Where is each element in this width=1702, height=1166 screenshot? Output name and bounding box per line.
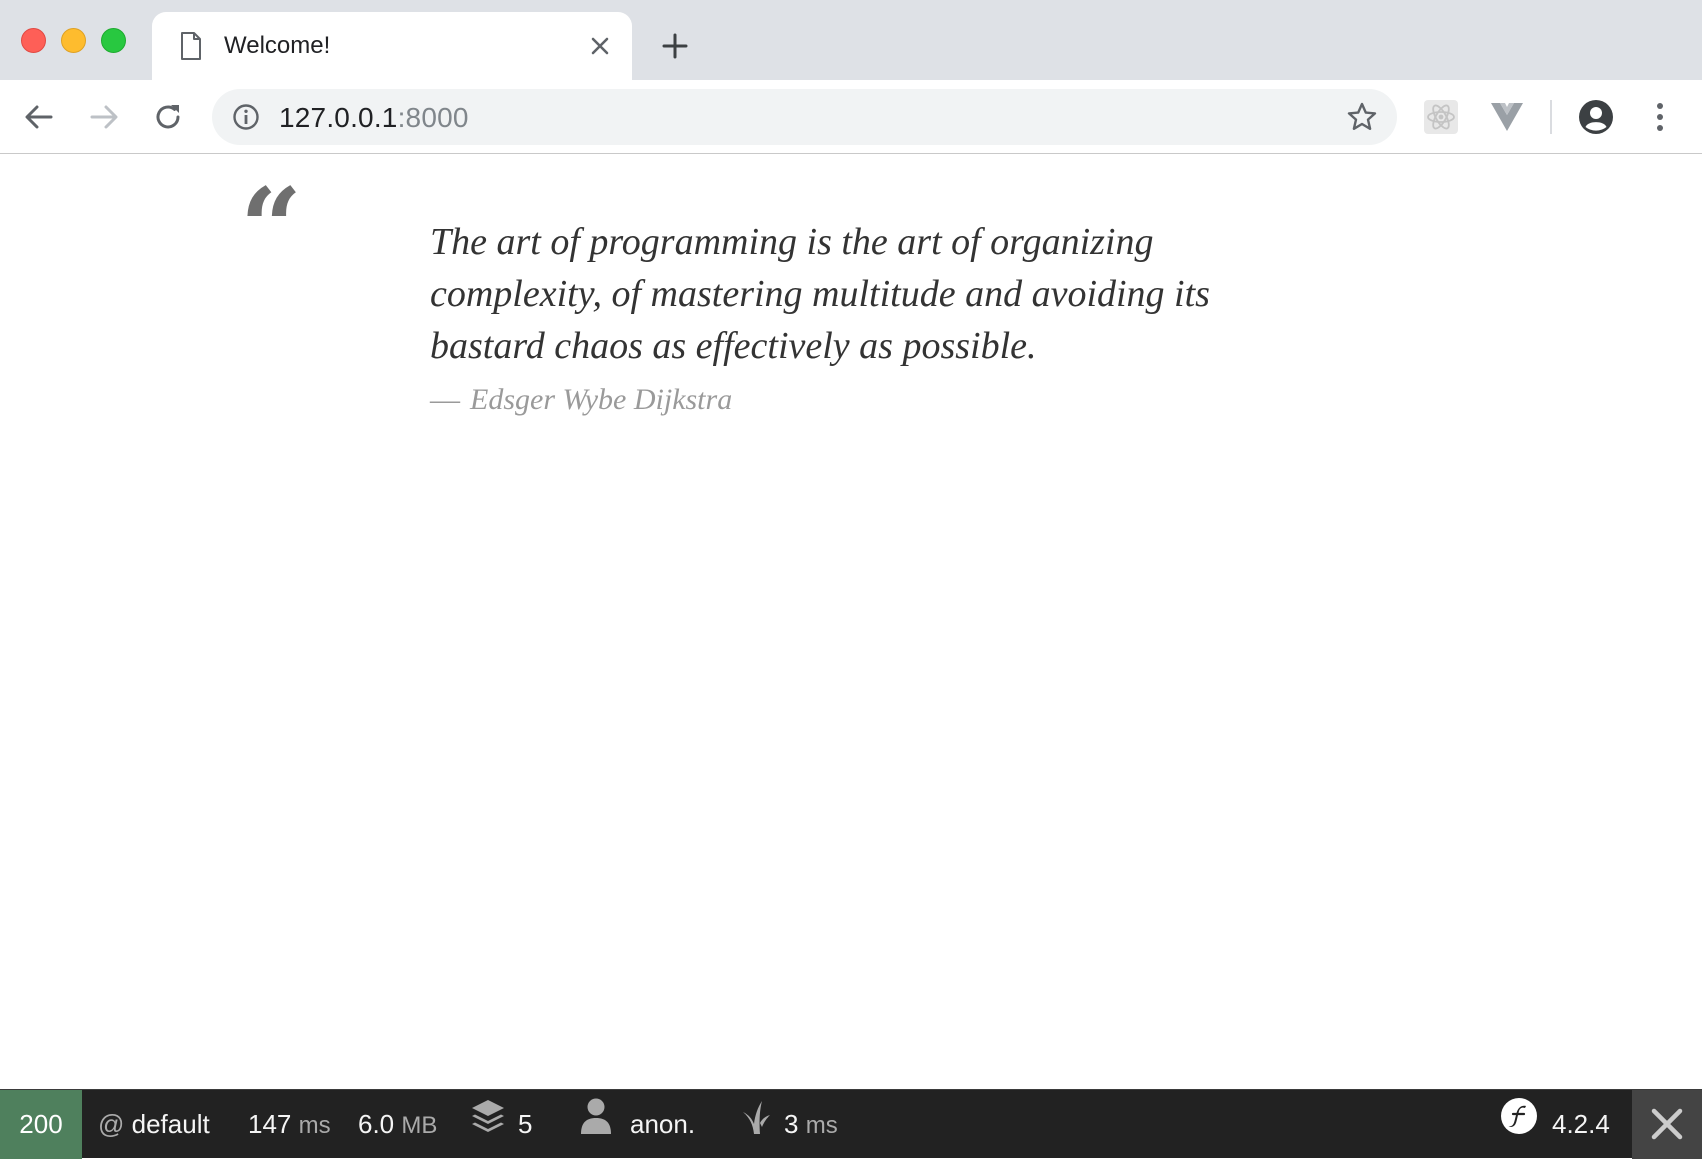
symfony-version: 4.2.4 bbox=[1552, 1109, 1610, 1139]
symfony-logo-icon bbox=[1500, 1092, 1538, 1161]
tab-welcome[interactable]: Welcome! bbox=[152, 12, 632, 80]
document-icon bbox=[180, 32, 202, 60]
tab-title: Welcome! bbox=[224, 32, 331, 59]
author-name: Edsger Wybe Dijkstra bbox=[470, 383, 733, 416]
forward-arrow-icon[interactable] bbox=[87, 100, 121, 134]
tab-strip: Welcome! bbox=[0, 0, 1702, 80]
templates-count: 5 bbox=[518, 1109, 533, 1139]
hide-toolbar-button[interactable] bbox=[1632, 1090, 1702, 1159]
bookmark-star-icon[interactable] bbox=[1346, 101, 1378, 133]
url-text[interactable]: 127.0.0.1:8000 bbox=[279, 103, 469, 133]
back-arrow-icon[interactable] bbox=[22, 100, 56, 134]
twig-time-value: 3 bbox=[784, 1109, 799, 1139]
minimize-window-button[interactable] bbox=[61, 28, 86, 53]
layers-icon bbox=[470, 1092, 506, 1161]
url-port: :8000 bbox=[397, 102, 469, 133]
status-code-badge[interactable]: 200 bbox=[0, 1090, 82, 1159]
address-bar[interactable]: 127.0.0.1:8000 bbox=[212, 89, 1397, 145]
twig-icon bbox=[740, 1092, 772, 1161]
route-name: default bbox=[131, 1109, 210, 1139]
profile-avatar-icon[interactable] bbox=[1578, 99, 1614, 135]
templates-panel[interactable]: 5 bbox=[470, 1090, 532, 1159]
twig-time-unit: ms bbox=[805, 1112, 838, 1139]
reload-icon[interactable] bbox=[151, 100, 185, 134]
react-devtools-icon[interactable] bbox=[1423, 99, 1459, 135]
user-icon bbox=[580, 1092, 612, 1161]
security-panel[interactable]: anon. bbox=[580, 1090, 695, 1159]
page-content: “ The art of programming is the art of o… bbox=[0, 154, 1702, 1089]
close-tab-icon[interactable] bbox=[586, 32, 614, 60]
route-panel[interactable]: @ default bbox=[98, 1090, 210, 1159]
site-info-icon[interactable] bbox=[232, 103, 260, 131]
memory-panel[interactable]: 6.0 MB bbox=[358, 1090, 437, 1159]
toolbar-divider bbox=[1550, 100, 1552, 134]
route-at-symbol: @ bbox=[98, 1109, 125, 1139]
symfony-debug-toolbar: 200 @ default 147 ms 6.0 MB 5 anon. 3 ms… bbox=[0, 1089, 1702, 1159]
request-time-unit: ms bbox=[298, 1112, 331, 1139]
twig-panel[interactable]: 3 ms bbox=[740, 1090, 838, 1159]
quote-author: — Edsger Wybe Dijkstra bbox=[430, 382, 732, 418]
author-dash: — bbox=[430, 383, 460, 416]
security-user: anon. bbox=[630, 1109, 696, 1139]
quotation-mark-icon: “ bbox=[240, 165, 303, 291]
quote-text: The art of programming is the art of org… bbox=[430, 221, 1210, 367]
memory-value: 6.0 bbox=[358, 1109, 395, 1139]
new-tab-icon[interactable] bbox=[660, 31, 690, 61]
close-window-button[interactable] bbox=[21, 28, 46, 53]
close-icon bbox=[1632, 1108, 1702, 1165]
url-host: 127.0.0.1 bbox=[279, 102, 398, 133]
maximize-window-button[interactable] bbox=[101, 28, 126, 53]
browser-toolbar: 127.0.0.1:8000 bbox=[0, 80, 1702, 154]
request-time-panel[interactable]: 147 ms bbox=[248, 1090, 331, 1159]
memory-unit: MB bbox=[401, 1112, 438, 1139]
vue-devtools-icon[interactable] bbox=[1489, 99, 1525, 135]
more-options-icon[interactable] bbox=[1642, 99, 1678, 135]
request-time-value: 147 bbox=[248, 1109, 292, 1139]
symfony-version-panel[interactable]: 4.2.4 bbox=[1500, 1090, 1610, 1159]
